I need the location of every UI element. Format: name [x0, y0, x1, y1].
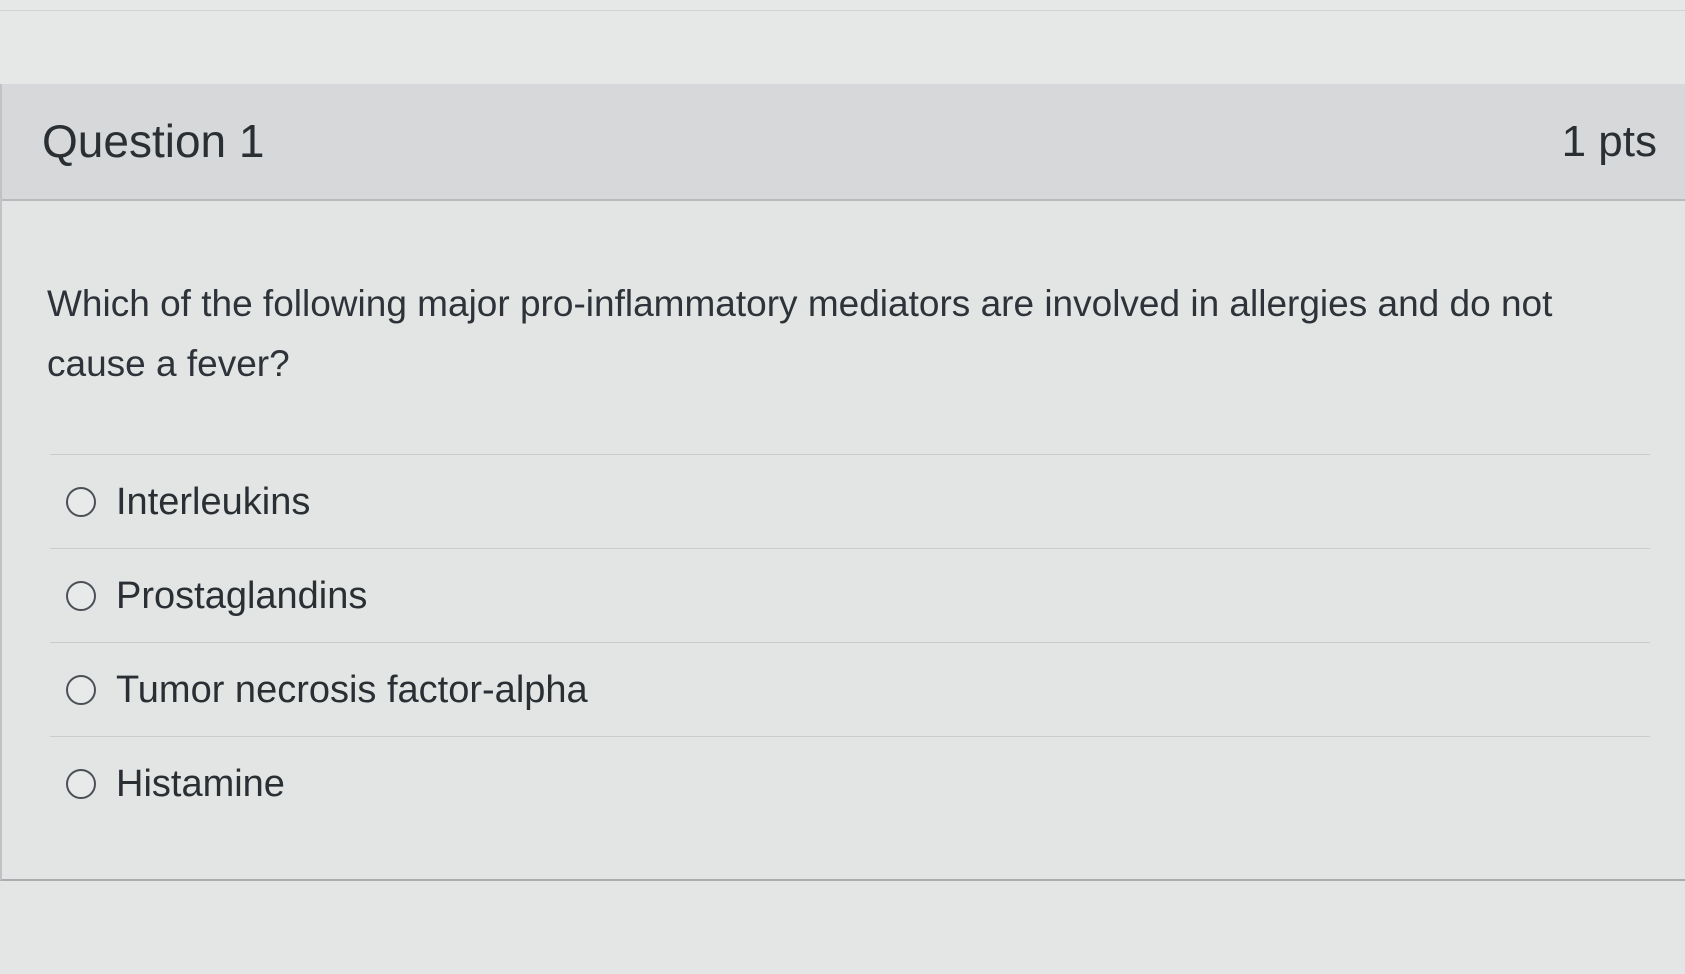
page-bottom-area [0, 881, 1685, 974]
answer-option-histamine[interactable]: Histamine [50, 736, 1650, 830]
answer-label[interactable]: Histamine [116, 754, 285, 814]
answer-label[interactable]: Interleukins [116, 472, 310, 532]
answer-option-interleukins[interactable]: Interleukins [50, 454, 1650, 548]
top-divider [0, 10, 1685, 11]
answer-option-prostaglandins[interactable]: Prostaglandins [50, 548, 1650, 642]
question-points: 1 pts [1561, 117, 1657, 166]
radio-button[interactable] [66, 769, 96, 799]
radio-button[interactable] [66, 581, 96, 611]
answer-list: Interleukins Prostaglandins Tumor necros… [50, 454, 1650, 830]
question-text: Which of the following major pro-inflamm… [47, 283, 1553, 384]
radio-button[interactable] [66, 487, 96, 517]
question-title: Question 1 [42, 115, 265, 167]
question-card: Question 1 1 pts Which of the following … [0, 84, 1685, 881]
page-top-strip [0, 0, 1685, 85]
question-header: Question 1 1 pts [2, 84, 1685, 201]
radio-button[interactable] [66, 675, 96, 705]
answer-option-tnf-alpha[interactable]: Tumor necrosis factor-alpha [50, 642, 1650, 736]
answer-label[interactable]: Prostaglandins [116, 566, 367, 626]
answer-label[interactable]: Tumor necrosis factor-alpha [116, 660, 588, 720]
